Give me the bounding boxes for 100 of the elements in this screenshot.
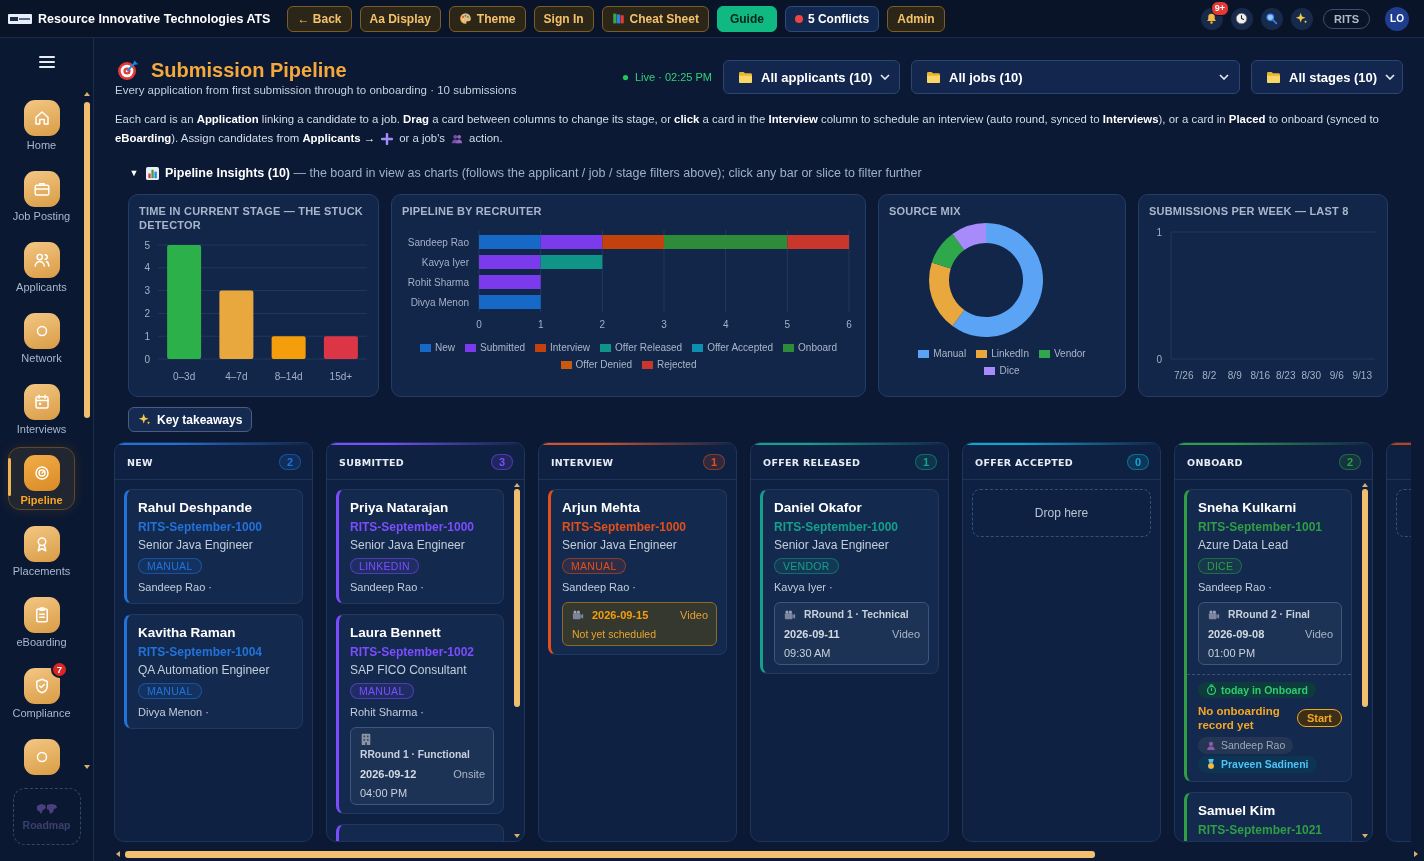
plus-icon bbox=[381, 132, 394, 145]
scroll-up-icon[interactable] bbox=[1362, 483, 1368, 487]
scrollbar-thumb[interactable] bbox=[514, 489, 520, 707]
start-button[interactable]: Start bbox=[1296, 709, 1342, 727]
display-button[interactable]: Aa Display bbox=[359, 5, 441, 32]
interview-slot[interactable]: RRound 1 · Technical 2026-09-11 Video 09:30 AM bbox=[774, 602, 929, 665]
live-status-dot-icon bbox=[621, 73, 629, 81]
category-label: 8/30 bbox=[1301, 370, 1321, 381]
drop-zone[interactable]: Drop here bbox=[972, 489, 1151, 537]
application-card[interactable]: Priya Natarajan RITS-September-1000 Senior Java Engineer LINKEDIN Sandeep Rao · bbox=[336, 489, 504, 604]
application-card[interactable]: Arjun Mehta RITS-September-1000 Senior Java Engineer MANUAL Sandeep Rao · 2026-09-15 Video Not yet scheduled bbox=[548, 489, 727, 655]
guide-button[interactable]: Guide bbox=[716, 5, 777, 32]
sidebar-item[interactable]: Home bbox=[8, 92, 75, 155]
history-button[interactable] bbox=[1230, 7, 1253, 30]
sidebar-item[interactable]: Pipeline bbox=[8, 447, 75, 510]
stopwatch-icon bbox=[1206, 684, 1217, 695]
sign-in-button[interactable]: Sign In bbox=[533, 5, 594, 32]
filter-dropdown[interactable]: All jobs (10) bbox=[911, 60, 1240, 94]
job-title: Senior Java Engineer bbox=[138, 537, 253, 554]
application-card[interactable]: Samuel Kim RITS-September-1021 bbox=[1184, 792, 1352, 841]
sparkle-icon bbox=[138, 413, 151, 426]
cheat-sheet-button[interactable]: Cheat Sheet bbox=[601, 5, 709, 32]
application-card[interactable]: Sneha Kulkarni RITS-September-1001 Azure Data Lead DICE Sandeep Rao · RRound 2 · Final 2026-09-08 Video 01:00 PM today in Onboard No onboarding record yet Start Sandeep Rao Praveen Sadineni bbox=[1184, 489, 1352, 782]
requisition-id[interactable]: RITS-September-1000 bbox=[774, 520, 899, 534]
collapse-toggle[interactable]: ▼ bbox=[128, 168, 140, 178]
user-avatar[interactable]: LO bbox=[1385, 6, 1409, 31]
description-text: Each card is an Application linking a candidate to a job. Drag a card between columns to change its stage, or click a card in the Interview column to schedule an interview (auto round, synced to Interviews), or a card in Placed to onboard (synced to bbox=[115, 112, 1379, 127]
scroll-down-icon[interactable] bbox=[84, 765, 90, 769]
chart-bar[interactable] bbox=[323, 336, 358, 359]
chart-bar[interactable] bbox=[271, 336, 306, 359]
sparkle-icon bbox=[1295, 12, 1309, 25]
filter-dropdown[interactable]: All stages (10) bbox=[1251, 60, 1403, 94]
requisition-id[interactable]: RITS-September-1001 bbox=[1198, 520, 1323, 534]
application-card[interactable]: Kavitha Raman RITS-September-1004 QA Automation Engineer MANUAL Divya Menon · bbox=[124, 614, 303, 729]
donut-slice[interactable] bbox=[931, 233, 965, 269]
scrollbar-thumb[interactable] bbox=[125, 850, 1095, 858]
admin-button[interactable]: Admin bbox=[887, 5, 945, 32]
donut-slice[interactable] bbox=[929, 262, 965, 327]
menu-icon[interactable] bbox=[38, 56, 55, 68]
interview-slot[interactable]: RRound 2 · Final 2026-09-08 Video 01:00 PM bbox=[1198, 602, 1342, 665]
scrollbar-thumb[interactable] bbox=[1362, 489, 1368, 707]
filter-dropdown[interactable]: All applicants (10) bbox=[723, 60, 900, 94]
axis-tick-label: 2 bbox=[144, 307, 150, 319]
interview-date: 2026-09-08 bbox=[1208, 627, 1265, 641]
axis-tick-label: 2 bbox=[599, 319, 606, 330]
assistant-button[interactable] bbox=[1290, 7, 1313, 30]
chart-bar[interactable] bbox=[219, 290, 254, 359]
donut-slice[interactable] bbox=[952, 223, 986, 251]
candidate-name: Laura Bennett bbox=[350, 624, 442, 642]
category-label: 9/6 bbox=[1329, 370, 1344, 381]
scroll-down-icon[interactable] bbox=[514, 834, 520, 838]
sidebar-item[interactable]: eBoarding bbox=[8, 589, 75, 652]
key-takeaways-button[interactable]: Key takeaways bbox=[128, 407, 253, 432]
column-title: OFFER RELEASED bbox=[763, 456, 861, 468]
requisition-id[interactable]: RITS-September-1021 bbox=[1198, 823, 1323, 837]
sidebar-item[interactable]: 7 Compliance bbox=[8, 660, 75, 723]
scroll-right-icon[interactable] bbox=[1414, 851, 1418, 857]
axis-tick-label: 4 bbox=[722, 319, 729, 330]
chevron-down-icon bbox=[1219, 74, 1229, 80]
application-card[interactable]: Rahul Deshpande RITS-September-1000 Senior Java Engineer MANUAL Sandeep Rao · bbox=[124, 489, 303, 604]
chart-bar[interactable] bbox=[167, 245, 202, 359]
sidebar-item[interactable]: Interviews bbox=[8, 376, 75, 439]
candidate-name: Kavitha Raman bbox=[138, 624, 237, 642]
scrollbar-thumb[interactable] bbox=[84, 102, 90, 418]
application-card[interactable]: Daniel Okafor RITS-September-1000 Senior Java Engineer VENDOR Kavya Iyer · RRound 1 · Technical 2026-09-11 Video 09:30 AM bbox=[760, 489, 939, 674]
conflicts-button[interactable]: 5 Conflicts bbox=[784, 5, 880, 32]
category-label: 0–3d bbox=[173, 371, 196, 382]
search-button[interactable] bbox=[1260, 7, 1283, 30]
category-label: 7/26 bbox=[1174, 370, 1194, 381]
axis-tick-label: 3 bbox=[661, 319, 667, 330]
axis-tick-label: 4 bbox=[144, 262, 150, 274]
legend-label: Manual bbox=[933, 348, 967, 359]
scroll-left-icon[interactable] bbox=[116, 851, 120, 857]
sidebar-item[interactable]: Applicants bbox=[8, 234, 75, 297]
scroll-up-icon[interactable] bbox=[514, 483, 520, 487]
interview-slot[interactable]: 2026-09-15 Video Not yet scheduled bbox=[562, 602, 717, 646]
sidebar-item[interactable]: Network bbox=[8, 305, 75, 368]
insights-heading: Pipeline Insights (10) — the board in view as charts (follows the applicant / job / stage filters above); click any bar or slice to filter further bbox=[165, 166, 922, 180]
scroll-down-icon[interactable] bbox=[1362, 834, 1368, 838]
requisition-id[interactable]: RITS-September-1000 bbox=[562, 520, 687, 534]
application-card[interactable]: Laura Bennett RITS-September-1002 SAP FICO Consultant MANUAL Rohit Sharma · RRound 1 · Functional 2026-09-12 Onsite 04:00 PM bbox=[336, 614, 504, 814]
source-tag: LINKEDIN bbox=[350, 558, 419, 574]
sidebar-item[interactable]: Placements bbox=[8, 518, 75, 581]
source-tag: MANUAL bbox=[350, 683, 414, 699]
briefcase-icon bbox=[23, 171, 60, 207]
source-tag: DICE bbox=[1198, 558, 1243, 574]
interview-date: 2026-09-11 bbox=[784, 627, 840, 641]
scroll-up-icon[interactable] bbox=[84, 92, 90, 96]
interview-slot[interactable]: RRound 1 · Functional 2026-09-12 Onsite 04:00 PM bbox=[350, 727, 494, 805]
axis-tick-label: 0 bbox=[476, 319, 482, 330]
theme-button[interactable]: Theme bbox=[448, 5, 526, 32]
sidebar-item[interactable]: Job Posting bbox=[8, 163, 75, 226]
page-subtitle: Every application from first submission through to onboarding · 10 submissions bbox=[115, 83, 517, 97]
card-count: 3 bbox=[491, 454, 513, 470]
legend-label: Rejected bbox=[657, 359, 697, 370]
job-title: Senior Java Engineer bbox=[774, 537, 889, 554]
job-title: Azure Data Lead bbox=[1198, 537, 1289, 554]
back-button[interactable]: ← Back bbox=[287, 5, 352, 32]
interview-time: 01:00 PM bbox=[1208, 646, 1257, 660]
donut-slice[interactable] bbox=[952, 223, 1043, 337]
